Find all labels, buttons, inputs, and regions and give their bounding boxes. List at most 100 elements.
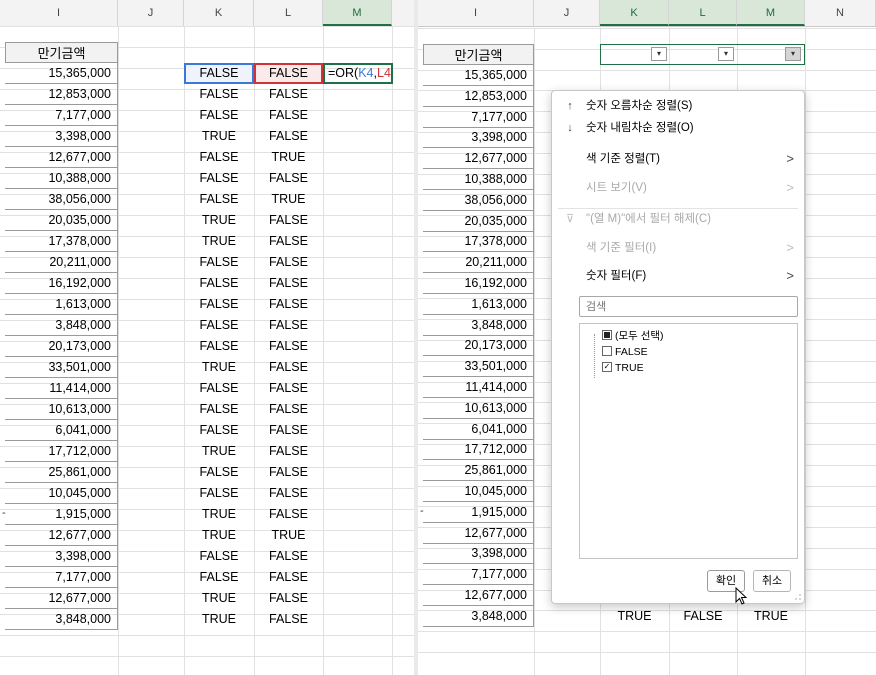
amount-cell[interactable]: 12,677,000	[5, 525, 118, 546]
amount-cell[interactable]: 20,035,000	[423, 210, 534, 232]
amount-cell[interactable]: 17,378,000	[5, 231, 118, 252]
column-header-n[interactable]: N	[805, 0, 876, 26]
amount-cell[interactable]: 10,613,000	[423, 397, 534, 419]
k-cell[interactable]: TRUE	[184, 126, 254, 147]
l-cell[interactable]: FALSE	[254, 273, 323, 294]
l-cell[interactable]: FALSE	[254, 567, 323, 588]
amount-cell[interactable]: 25,861,000	[5, 462, 118, 483]
column-header-l[interactable]: L	[669, 0, 737, 26]
amount-cell[interactable]: 12,853,000	[423, 85, 534, 107]
k-cell[interactable]: TRUE	[184, 588, 254, 609]
l-cell[interactable]: FALSE	[254, 210, 323, 231]
filter-dropdown-k-icon[interactable]: ▾	[651, 47, 667, 61]
k-cell[interactable]: FALSE	[184, 147, 254, 168]
column-header-j[interactable]: J	[534, 0, 600, 26]
amount-cell[interactable]: 7,177,000	[5, 105, 118, 126]
l-cell[interactable]: FALSE	[254, 483, 323, 504]
amount-cell[interactable]: 12,677,000	[5, 588, 118, 609]
amount-cell[interactable]: 3,398,000	[423, 543, 534, 565]
resize-grip-icon[interactable]	[795, 594, 801, 600]
amount-cell[interactable]: 3,848,000	[5, 315, 118, 336]
amount-cell[interactable]: 20,211,000	[423, 252, 534, 274]
l-cell[interactable]: FALSE	[254, 315, 323, 336]
amount-cell[interactable]: 12,853,000	[5, 84, 118, 105]
amount-cell[interactable]: 17,712,000	[5, 441, 118, 462]
amount-cell[interactable]: 3,848,000	[423, 314, 534, 336]
column-header-i[interactable]: I	[418, 0, 534, 26]
k-cell[interactable]: FALSE	[184, 168, 254, 189]
checkbox-checked-icon[interactable]: ✓	[602, 362, 612, 373]
cancel-button[interactable]: 취소	[753, 570, 791, 592]
amount-cell[interactable]: 10,388,000	[423, 169, 534, 190]
k-cell[interactable]: FALSE	[184, 546, 254, 567]
menu-item-2[interactable]: ↓ 숫자 내림차순 정렬(O)	[552, 117, 804, 139]
amount-cell[interactable]: 7,177,000	[423, 564, 534, 586]
cell-grid[interactable]: 만기금액15,365,000FALSEFALSE=OR(K4,L4)12,853…	[0, 26, 414, 675]
filter-value-item[interactable]: FALSE	[602, 344, 648, 360]
filter-search-input[interactable]	[579, 296, 798, 317]
amount-cell[interactable]: 20,173,000	[423, 335, 534, 357]
k-cell[interactable]: FALSE	[184, 399, 254, 420]
k-cell[interactable]: TRUE	[184, 231, 254, 252]
amount-cell[interactable]: 33,501,000	[5, 357, 118, 378]
column-header-k[interactable]: K	[184, 0, 254, 26]
filter-row-cell[interactable]	[600, 44, 805, 65]
checkbox-indeterminate-icon[interactable]	[602, 330, 612, 341]
l-cell[interactable]: FALSE	[254, 588, 323, 609]
amount-cell[interactable]: 20,035,000	[5, 210, 118, 231]
amount-cell[interactable]: 3,398,000	[5, 126, 118, 147]
l-cell[interactable]: FALSE	[254, 546, 323, 567]
k-cell[interactable]: FALSE	[184, 483, 254, 504]
l-cell[interactable]: FALSE	[254, 357, 323, 378]
k-cell[interactable]: TRUE	[184, 609, 254, 630]
amount-cell[interactable]: 3,398,000	[423, 127, 534, 149]
l-cell[interactable]: TRUE	[254, 147, 323, 168]
l-cell[interactable]: FALSE	[254, 105, 323, 126]
amount-cell[interactable]: 20,173,000	[5, 336, 118, 357]
amount-cell[interactable]: 17,378,000	[423, 231, 534, 253]
k-cell[interactable]: FALSE	[184, 420, 254, 441]
column-header-j[interactable]: J	[118, 0, 184, 26]
l-cell[interactable]: FALSE	[254, 420, 323, 441]
k-cell[interactable]: TRUE	[600, 606, 669, 627]
amount-cell[interactable]: 20,211,000	[5, 252, 118, 273]
amount-cell[interactable]: 7,177,000	[5, 567, 118, 588]
k-cell[interactable]: FALSE	[184, 336, 254, 357]
l-cell[interactable]: FALSE	[254, 462, 323, 483]
l-cell[interactable]: FALSE	[254, 168, 323, 189]
l-cell[interactable]: FALSE	[254, 84, 323, 105]
amount-cell[interactable]: 16,192,000	[423, 273, 534, 294]
amount-cell[interactable]: 12,677,000	[5, 147, 118, 168]
amount-cell[interactable]: 6,041,000	[423, 418, 534, 440]
l-cell[interactable]: FALSE	[254, 609, 323, 630]
k-cell[interactable]: FALSE	[184, 378, 254, 399]
l-cell[interactable]: FALSE	[254, 126, 323, 147]
filter-value-item[interactable]: (모두 선택)	[602, 328, 664, 344]
amount-cell[interactable]: 17,712,000	[423, 439, 534, 461]
menu-item-1[interactable]: ↑ 숫자 오름차순 정렬(S)	[552, 95, 804, 117]
k-cell[interactable]: FALSE	[184, 567, 254, 588]
column-header-l[interactable]: L	[254, 0, 323, 26]
filter-value-item[interactable]: ✓ TRUE	[602, 360, 644, 376]
amount-cell[interactable]: 10,613,000	[5, 399, 118, 420]
amount-cell[interactable]: 25,861,000	[423, 460, 534, 482]
amount-cell[interactable]: 7,177,000	[423, 106, 534, 128]
k-cell[interactable]: FALSE	[184, 273, 254, 294]
checkbox-unchecked-icon[interactable]	[602, 346, 612, 357]
l-cell[interactable]: FALSE	[254, 252, 323, 273]
l-cell[interactable]: FALSE	[254, 294, 323, 315]
amount-cell[interactable]: 38,056,000	[5, 189, 118, 210]
k-cell[interactable]: TRUE	[184, 525, 254, 546]
l-cell[interactable]: TRUE	[254, 189, 323, 210]
k-cell[interactable]: TRUE	[184, 504, 254, 525]
m-cell[interactable]: TRUE	[737, 606, 805, 627]
amount-cell[interactable]: 16,192,000	[5, 273, 118, 294]
amount-cell[interactable]: 11,414,000	[423, 377, 534, 398]
amount-cell[interactable]: 3,848,000	[5, 609, 118, 630]
amount-cell[interactable]: 1,915,000	[5, 504, 118, 525]
column-title-cell[interactable]: 만기금액	[423, 44, 534, 65]
amount-cell[interactable]: 10,045,000	[423, 481, 534, 502]
amount-cell[interactable]: 33,501,000	[423, 356, 534, 378]
amount-cell[interactable]: 3,848,000	[423, 605, 534, 627]
column-title-cell[interactable]: 만기금액	[5, 42, 118, 63]
